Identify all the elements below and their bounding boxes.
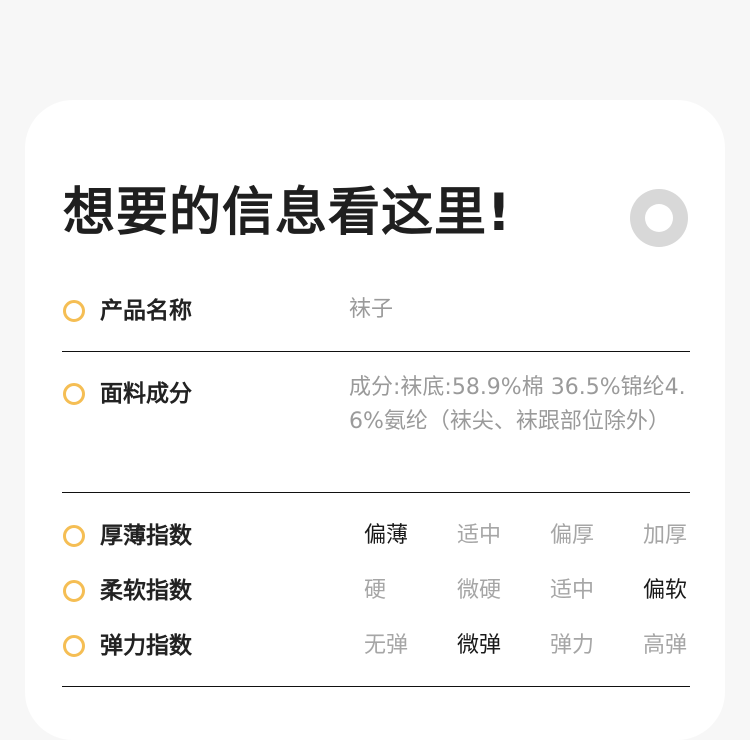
softness-label: 柔软指数 [100,578,192,604]
softness-option[interactable]: 偏软 [625,576,705,606]
elasticity-option[interactable]: 无弹 [346,631,426,661]
bullet-icon [63,525,85,547]
thickness-option[interactable]: 适中 [439,521,519,551]
elasticity-option[interactable]: 高弹 [625,631,705,661]
thickness-label: 厚薄指数 [100,523,192,549]
product-name-label: 产品名称 [100,298,192,324]
divider [62,686,690,687]
elasticity-option[interactable]: 弹力 [532,631,612,661]
elasticity-label: 弹力指数 [100,633,192,659]
material-label: 面料成分 [100,381,192,407]
elasticity-option[interactable]: 微弹 [439,631,519,661]
bullet-icon [63,383,85,405]
softness-option[interactable]: 硬 [335,576,415,606]
ring-icon [630,189,688,247]
divider [62,492,690,493]
bullet-icon [63,635,85,657]
thickness-option[interactable]: 加厚 [625,521,705,551]
bullet-icon [63,300,85,322]
product-name-value: 袜子 [349,297,394,322]
softness-option[interactable]: 适中 [532,576,612,606]
thickness-option[interactable]: 偏薄 [346,521,426,551]
page-title: 想要的信息看这里! [63,183,512,243]
bullet-icon [63,580,85,602]
thickness-option[interactable]: 偏厚 [532,521,612,551]
material-value: 成分:袜底:58.9%棉 36.5%锦纶4.6%氨纶（袜尖、袜跟部位除外） [349,375,686,434]
softness-option[interactable]: 微硬 [439,576,519,606]
divider [62,351,690,352]
